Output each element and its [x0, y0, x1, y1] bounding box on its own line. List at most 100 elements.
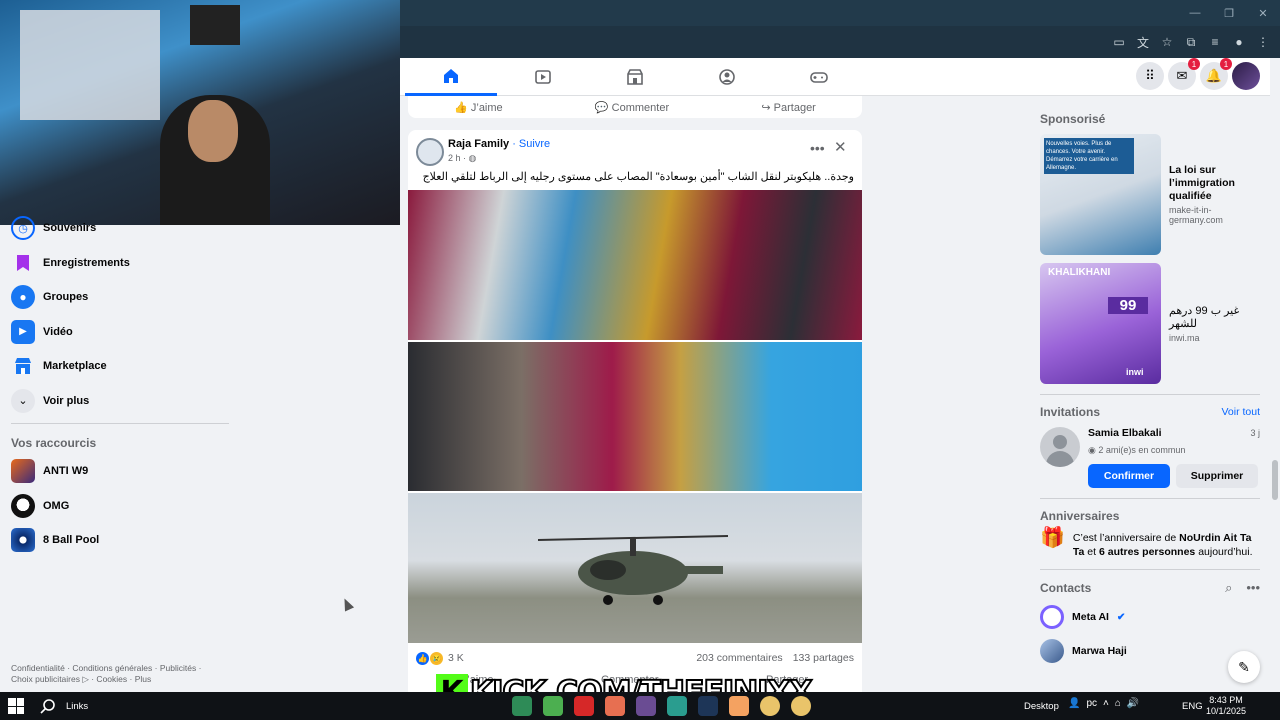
volume-icon[interactable]: 🔊 [1127, 698, 1139, 709]
restore-icon[interactable]: ❐ [1212, 0, 1246, 26]
divider [11, 423, 229, 424]
tab-marketplace[interactable] [589, 58, 681, 96]
search-icon[interactable] [40, 698, 56, 714]
post-photo-1[interactable] [408, 190, 862, 340]
reading-list-icon[interactable]: ≡ [1204, 31, 1226, 53]
ad-germany[interactable]: Nouvelles voies. Plus de chances. Votre … [1040, 134, 1260, 255]
sidebar-item-groupes[interactable]: ● Groupes [0, 280, 240, 315]
helicopter-image [538, 535, 728, 605]
desktop-toolbar[interactable]: Desktop [1024, 701, 1059, 712]
shortcut-label: 8 Ball Pool [43, 534, 100, 547]
messenger-button[interactable]: ✉ 1 [1168, 58, 1200, 90]
contacts-header: Contacts ⌕ ••• [1040, 580, 1260, 596]
tray-pc-label[interactable]: pc [1086, 698, 1097, 709]
more-options-icon[interactable]: ••• [810, 140, 825, 156]
comments-count[interactable]: 203 commentaires [696, 652, 782, 664]
profile-icon[interactable]: ● [1228, 31, 1250, 53]
shortcut-8-ball-pool[interactable]: 8 Ball Pool [0, 523, 240, 558]
gift-icon: 🎁 [1040, 527, 1065, 549]
ad-image-price: 99 [1108, 297, 1148, 314]
account-avatar[interactable] [1232, 62, 1260, 90]
comment-button[interactable]: 💬 Commenter [595, 101, 669, 114]
taskbar-app-icon[interactable] [574, 696, 594, 716]
sad-reaction-icon: 😢 [430, 651, 443, 665]
chevron-up-icon[interactable]: ˄ [1103, 698, 1109, 709]
post-photo-2[interactable] [408, 342, 862, 491]
ad-inwi[interactable]: KHALIKHANI 99 inwi غير ب 99 درهم للشهر i… [1040, 263, 1260, 384]
taskbar-app-icon[interactable] [729, 696, 749, 716]
browser-menu-icon[interactable]: ⋮ [1252, 31, 1274, 53]
tab-groups[interactable] [681, 58, 773, 96]
left-sidebar: ◷ Souvenirs Enregistrements ● Groupes ▶ … [0, 216, 240, 558]
bookmark-star-icon[interactable]: ☆ [1156, 31, 1178, 53]
contact-meta-ai[interactable]: Meta AI ✔ [1040, 600, 1260, 634]
shortcuts-title: Vos raccourcis [11, 436, 97, 450]
extensions-icon[interactable]: ⧉ [1180, 31, 1202, 53]
links-toolbar[interactable]: Links [66, 701, 88, 712]
avatar[interactable] [1040, 427, 1080, 467]
post-author-avatar[interactable] [416, 138, 444, 166]
sidebar-item-enregistrements[interactable]: Enregistrements [0, 246, 240, 281]
chrome-icon[interactable] [791, 696, 811, 716]
tab-gaming[interactable] [773, 58, 865, 96]
mouse-cursor [339, 596, 355, 612]
scrollbar[interactable] [1270, 58, 1280, 692]
taskbar-app-icon[interactable] [698, 696, 718, 716]
close-icon[interactable]: ✕ [834, 138, 847, 156]
reactions-count: 3 K [448, 652, 464, 664]
compose-icon: ✎ [1238, 658, 1250, 675]
contacts-title: Contacts [1040, 581, 1092, 595]
birthday-notice[interactable]: 🎁 C’est l’anniversaire de NoUrdin Ait Ta… [1040, 527, 1260, 559]
shortcut-anti-w9[interactable]: ANTI W9 [0, 454, 240, 489]
search-icon[interactable]: ⌕ [1225, 580, 1232, 596]
delete-button[interactable]: Supprimer [1176, 464, 1258, 488]
taskbar-app-icon[interactable] [667, 696, 687, 716]
reactions[interactable]: 👍 😢 3 K [416, 651, 464, 665]
birthday-text: C’est l’anniversaire de NoUrdin Ait Ta T… [1072, 532, 1253, 558]
taskbar-app-icon[interactable] [512, 696, 532, 716]
minimize-icon[interactable]: — [1178, 0, 1212, 26]
contact-marwa-haji[interactable]: Marwa Haji [1040, 634, 1260, 668]
tab-video[interactable] [497, 58, 589, 96]
close-window-icon[interactable]: ✕ [1246, 0, 1280, 26]
sidebar-item-marketplace[interactable]: Marketplace [0, 349, 240, 384]
post-author-name[interactable]: Raja Family [448, 138, 509, 150]
sidebar-item-video[interactable]: ▶ Vidéo [0, 315, 240, 350]
menu-grid-button[interactable]: ⠿ [1136, 62, 1164, 90]
follow-link[interactable]: · Suivre [512, 138, 550, 150]
see-all-link[interactable]: Voir tout [1221, 406, 1260, 418]
network-icon[interactable]: ⌂ [1115, 698, 1121, 709]
screencast-icon[interactable]: ▭ [1108, 31, 1130, 53]
ad-image-text: Nouvelles voies. Plus de chances. Votre … [1044, 138, 1134, 174]
sidebar-item-voir-plus[interactable]: ⌄ Voir plus [0, 384, 240, 419]
start-button[interactable] [8, 698, 24, 714]
tab-home[interactable] [405, 58, 497, 96]
translate-icon[interactable]: 文 [1132, 31, 1154, 53]
tray-user-icon[interactable]: 👤 [1068, 698, 1080, 709]
requester-name[interactable]: Samia Elbakali [1088, 427, 1162, 439]
share-button[interactable]: ↪ Partager [761, 101, 815, 114]
language-indicator[interactable]: ENG [1182, 701, 1203, 712]
mutual-friends[interactable]: ◉ 2 ami(e)s en commun [1088, 445, 1260, 456]
taskbar-app-icon[interactable] [543, 696, 563, 716]
chrome-icon[interactable] [760, 696, 780, 716]
sidebar-item-label: Groupes [43, 291, 89, 304]
request-time: 3 j [1250, 428, 1260, 438]
more-icon[interactable]: ••• [1246, 580, 1260, 596]
taskbar-app-icon[interactable] [605, 696, 625, 716]
clock-icon: ◷ [11, 216, 35, 241]
scroll-thumb[interactable] [1272, 460, 1278, 500]
post-time[interactable]: 2 h · ◍ [448, 153, 476, 164]
notifications-button[interactable]: 🔔 1 [1200, 58, 1232, 90]
footer-links[interactable]: Confidentialité · Conditions générales ·… [11, 663, 221, 685]
clock[interactable]: 8:43 PM 10/1/2025 [1206, 695, 1246, 717]
shares-count[interactable]: 133 partages [793, 652, 854, 664]
divider [1040, 394, 1260, 395]
like-button[interactable]: 👍 J’aime [454, 101, 503, 114]
confirm-button[interactable]: Confirmer [1088, 464, 1170, 488]
taskbar-app-icon[interactable] [636, 696, 656, 716]
shortcut-omg[interactable]: OMG [0, 489, 240, 524]
new-message-button[interactable]: ✎ [1228, 651, 1260, 683]
post-photo-3[interactable] [408, 493, 862, 643]
sidebar-item-souvenirs[interactable]: ◷ Souvenirs [0, 211, 240, 246]
